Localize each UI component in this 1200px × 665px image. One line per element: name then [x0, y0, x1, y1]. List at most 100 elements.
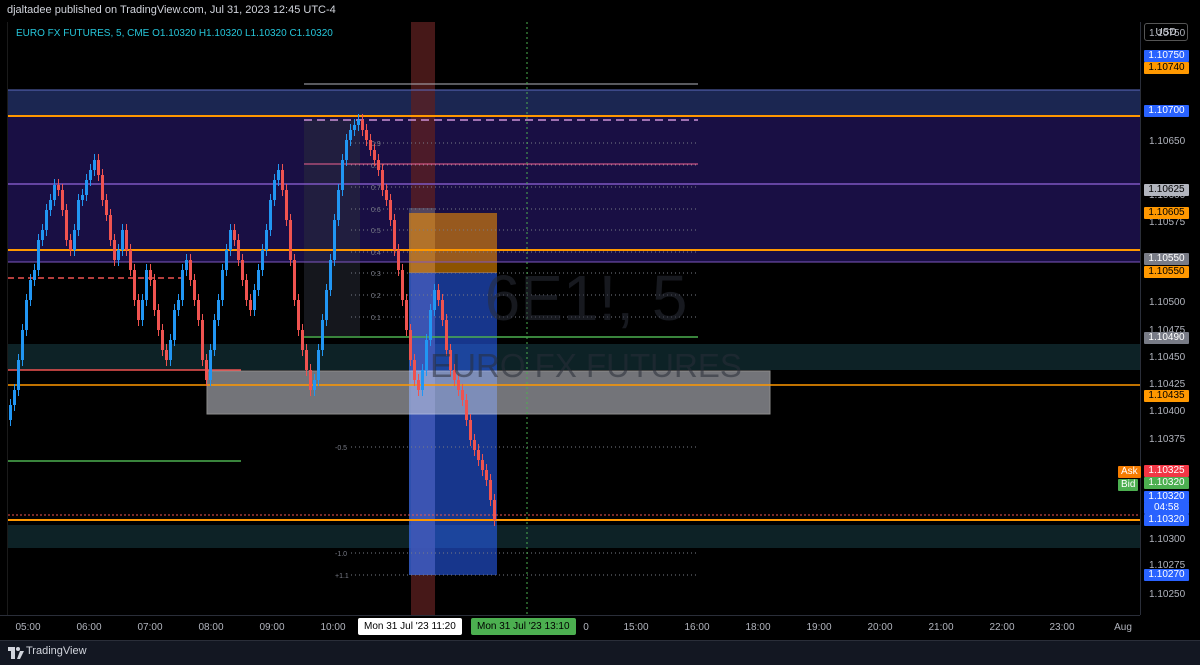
candle-body: [433, 290, 436, 310]
price-label: 1.10320: [1144, 477, 1189, 489]
fib-label: +1.1: [335, 573, 349, 580]
candle-body: [365, 130, 368, 140]
candle-body: [489, 480, 492, 500]
candle-body: [381, 170, 384, 190]
candle-body: [193, 280, 196, 300]
fib-label: 0.7: [371, 185, 381, 192]
candle-body: [181, 270, 184, 300]
time-tick: 07:00: [137, 622, 163, 633]
currency-button[interactable]: USD: [1144, 23, 1188, 41]
time-marker-end: Mon 31 Jul '23 13:10: [471, 618, 576, 635]
candle-body: [57, 185, 60, 190]
candle-body: [157, 310, 160, 330]
price-tick: 1.10425: [1149, 379, 1186, 390]
price-label: 1.10435: [1144, 390, 1189, 402]
candle-body: [213, 320, 216, 350]
candle-body: [421, 370, 424, 390]
candle-body: [205, 360, 208, 380]
candle-body: [97, 160, 100, 175]
candle-body: [141, 300, 144, 320]
candle-body: [345, 140, 348, 160]
candle-body: [393, 220, 396, 250]
candle-body: [137, 300, 140, 320]
candle-body: [429, 310, 432, 340]
symbol-legend[interactable]: EURO FX FUTURES, 5, CME O1.10320 H1.1032…: [16, 28, 333, 39]
candle-body: [185, 260, 188, 270]
price-label: 04:58: [1144, 502, 1189, 514]
candle-body: [13, 390, 16, 405]
fib-label: -1.0: [335, 551, 347, 558]
time-tick: 06:00: [76, 622, 102, 633]
price-label: 1.10605: [1144, 207, 1189, 219]
candle-body: [133, 270, 136, 300]
projection-box-orange: [409, 213, 497, 273]
candle-body: [493, 500, 496, 520]
candle-body: [361, 120, 364, 130]
candle-body: [341, 160, 344, 190]
time-tick: 18:00: [745, 622, 771, 633]
candle-body: [117, 250, 120, 260]
price-axis[interactable]: 1.107501.107251.106751.106501.106001.105…: [1140, 22, 1200, 615]
candle-body: [373, 150, 376, 160]
candle-body: [29, 280, 32, 300]
candle-body: [289, 220, 292, 260]
fib-label: -0.5: [335, 445, 347, 452]
time-tick: Aug: [1114, 622, 1132, 633]
candle-body: [201, 320, 204, 360]
publisher-info: djaltadee published on TradingView.com, …: [7, 4, 336, 16]
candle-body: [153, 280, 156, 310]
candle-body: [257, 270, 260, 290]
candle-body: [161, 330, 164, 350]
candle-body: [101, 175, 104, 200]
candle-body: [109, 215, 112, 240]
price-label: 1.10700: [1144, 105, 1189, 117]
candle-body: [9, 405, 12, 420]
candle-body: [265, 230, 268, 250]
candle-body: [449, 350, 452, 370]
time-tick: 05:00: [15, 622, 41, 633]
candle-body: [45, 210, 48, 230]
candle-body: [285, 190, 288, 220]
candle-body: [473, 440, 476, 450]
time-axis[interactable]: 05:00 06:00 07:00 08:00 09:00 10:00 15:00 16:00…: [0, 615, 1140, 640]
chart-plot-area[interactable]: 0.9 0.8 0.7 0.6 0.5 0.4 0.3 0.2 0.1 -0.5 -1.0 +1.1 …: [7, 22, 1141, 615]
candle-body: [253, 290, 256, 310]
candle-body: [17, 360, 20, 390]
candle-body: [89, 170, 92, 180]
fib-label: 0.1: [371, 315, 381, 322]
resistance-zone-top: [8, 90, 1141, 116]
candle-body: [113, 240, 116, 260]
candle-body: [261, 250, 264, 270]
candle-body: [405, 300, 408, 330]
time-tick: 15:00: [623, 622, 649, 633]
candle-body: [129, 250, 132, 270]
candle-body: [189, 260, 192, 280]
chart-drawings[interactable]: 0.90.80.70.60.50.40.30.20.1-0.5-1.0+1.1: [8, 22, 1141, 615]
candle-body: [149, 270, 152, 280]
price-label: 1.10550: [1144, 266, 1189, 278]
candle-body: [233, 230, 236, 240]
time-tick: 23:00: [1049, 622, 1075, 633]
candle-body: [209, 350, 212, 380]
candle-body: [413, 360, 416, 380]
fib-label: 0.5: [371, 228, 381, 235]
price-label: 1.10325: [1144, 465, 1189, 477]
candle-body: [477, 450, 480, 460]
fib-label: 0.3: [371, 271, 381, 278]
time-tick: 08:00: [198, 622, 224, 633]
candle-body: [281, 170, 284, 190]
candle-body: [61, 190, 64, 210]
candle-body: [297, 300, 300, 330]
candle-body: [425, 340, 428, 370]
price-tick: 1.10400: [1149, 406, 1186, 417]
candle-body: [37, 240, 40, 270]
candle-body: [333, 220, 336, 260]
candle-body: [217, 300, 220, 320]
price-label: 1.10740: [1144, 62, 1189, 74]
candle-body: [269, 200, 272, 230]
candle-body: [329, 260, 332, 290]
ask-label: Ask: [1118, 466, 1141, 478]
candle-body: [453, 370, 456, 380]
candle-body: [197, 300, 200, 320]
teal-zone-low: [8, 525, 1141, 548]
